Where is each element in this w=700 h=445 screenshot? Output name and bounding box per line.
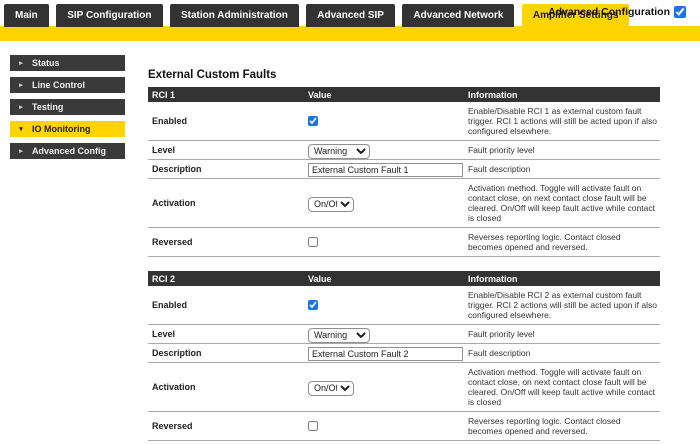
table-row: Description Fault description (148, 344, 660, 363)
rci2-header-name: RCI 2 (148, 271, 308, 286)
row-info: Enable/Disable RCI 2 as external custom … (468, 286, 660, 325)
sidebar: ▸ Status ▸ Line Control ▸ Testing ▾ IO M… (10, 55, 125, 445)
row-label-reversed: Reversed (148, 412, 308, 441)
value-column-header: Value (308, 87, 468, 102)
chevron-right-icon: ▸ (10, 81, 32, 89)
top-navigation: Main SIP Configuration Station Administr… (0, 0, 700, 25)
row-info: Activation method. Toggle will activate … (468, 179, 660, 228)
rci1-header-name: RCI 1 (148, 87, 308, 102)
main-content: External Custom Faults RCI 1 Value Infor… (125, 41, 700, 445)
accent-bar (0, 26, 700, 41)
row-label-level: Level (148, 325, 308, 344)
page-title: External Custom Faults (148, 69, 700, 81)
row-info: Fault priority level (468, 325, 660, 344)
sidebar-item-line-control[interactable]: ▸ Line Control (10, 77, 125, 93)
sidebar-item-label: Testing (32, 102, 63, 112)
row-info: Fault description (468, 344, 660, 363)
table-row: Level Warning Fault priority level (148, 325, 660, 344)
rci2-header-row: RCI 2 Value Information (148, 271, 660, 286)
value-column-header: Value (308, 271, 468, 286)
chevron-down-icon: ▾ (10, 125, 32, 133)
row-label-description: Description (148, 160, 308, 179)
tab-sip-configuration[interactable]: SIP Configuration (56, 4, 162, 27)
table-row: Activation On/Off Activation method. Tog… (148, 363, 660, 412)
sidebar-item-label: IO Monitoring (32, 124, 91, 134)
rci1-header-row: RCI 1 Value Information (148, 87, 660, 102)
table-row: Description Fault description (148, 160, 660, 179)
sidebar-item-status[interactable]: ▸ Status (10, 55, 125, 71)
rci2-enabled-checkbox[interactable] (308, 300, 318, 310)
rci1-description-input[interactable] (308, 163, 463, 177)
row-label-activation: Activation (148, 179, 308, 228)
advanced-configuration-toggle: Advanced Configuration (548, 6, 686, 18)
row-info: Reverses reporting logic. Contact closed… (468, 228, 660, 257)
sidebar-item-label: Status (32, 58, 60, 68)
chevron-right-icon: ▸ (10, 147, 32, 155)
tab-advanced-network[interactable]: Advanced Network (402, 4, 514, 27)
sidebar-item-advanced-config[interactable]: ▸ Advanced Config (10, 143, 125, 159)
table-row: Reversed Reverses reporting logic. Conta… (148, 412, 660, 441)
rci2-table: RCI 2 Value Information Enabled Enable/D… (148, 271, 660, 441)
table-row: Enabled Enable/Disable RCI 2 as external… (148, 286, 660, 325)
rci2-reversed-checkbox[interactable] (308, 421, 318, 431)
table-row: Reversed Reverses reporting logic. Conta… (148, 228, 660, 257)
row-label-level: Level (148, 141, 308, 160)
table-row: Level Warning Fault priority level (148, 141, 660, 160)
rci1-enabled-checkbox[interactable] (308, 116, 318, 126)
row-info: Fault priority level (468, 141, 660, 160)
rci2-level-select[interactable]: Warning (308, 328, 370, 343)
advanced-configuration-checkbox[interactable] (674, 6, 686, 18)
row-info: Activation method. Toggle will activate … (468, 363, 660, 412)
row-label-description: Description (148, 344, 308, 363)
tab-station-administration[interactable]: Station Administration (170, 4, 299, 27)
row-info: Fault description (468, 160, 660, 179)
rci1-reversed-checkbox[interactable] (308, 237, 318, 247)
information-column-header: Information (468, 87, 660, 102)
sidebar-item-io-monitoring[interactable]: ▾ IO Monitoring (10, 121, 125, 137)
sidebar-item-testing[interactable]: ▸ Testing (10, 99, 125, 115)
rci1-activation-select[interactable]: On/Off (308, 197, 354, 212)
tab-main[interactable]: Main (4, 4, 49, 27)
advanced-configuration-label: Advanced Configuration (548, 6, 670, 18)
row-label-enabled: Enabled (148, 286, 308, 325)
tab-advanced-sip[interactable]: Advanced SIP (306, 4, 395, 27)
chevron-right-icon: ▸ (10, 103, 32, 111)
chevron-right-icon: ▸ (10, 59, 32, 67)
row-label-activation: Activation (148, 363, 308, 412)
rci1-table: RCI 1 Value Information Enabled Enable/D… (148, 87, 660, 257)
information-column-header: Information (468, 271, 660, 286)
row-label-reversed: Reversed (148, 228, 308, 257)
sidebar-item-label: Advanced Config (32, 146, 106, 156)
rci1-level-select[interactable]: Warning (308, 144, 370, 159)
table-row: Activation On/Off Activation method. Tog… (148, 179, 660, 228)
row-info: Enable/Disable RCI 1 as external custom … (468, 102, 660, 141)
row-info: Reverses reporting logic. Contact closed… (468, 412, 660, 441)
row-label-enabled: Enabled (148, 102, 308, 141)
sidebar-item-label: Line Control (32, 80, 85, 90)
rci2-activation-select[interactable]: On/Off (308, 381, 354, 396)
table-row: Enabled Enable/Disable RCI 1 as external… (148, 102, 660, 141)
rci2-description-input[interactable] (308, 347, 463, 361)
